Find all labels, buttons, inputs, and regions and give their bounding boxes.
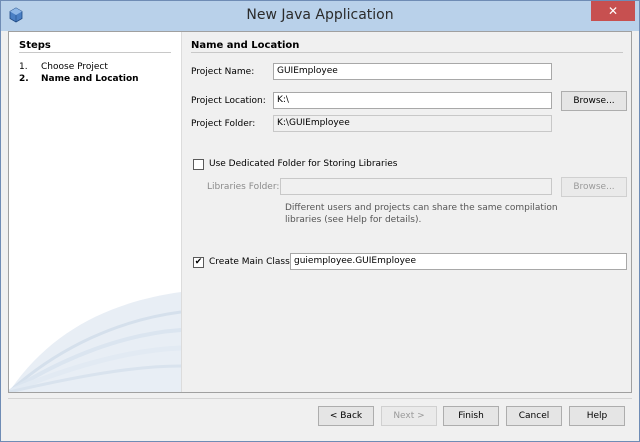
- create-main-class-label[interactable]: Create Main Class: [209, 257, 290, 267]
- dedicated-folder-label[interactable]: Use Dedicated Folder for Storing Librari…: [209, 159, 397, 169]
- dedicated-folder-checkbox[interactable]: [193, 159, 204, 170]
- project-folder-label: Project Folder:: [191, 119, 256, 129]
- footer-separator: [8, 398, 632, 399]
- finish-button[interactable]: Finish: [443, 406, 499, 426]
- project-location-input[interactable]: K:\: [273, 92, 552, 109]
- checkmark-icon: ✔: [194, 257, 203, 267]
- steps-divider: [19, 52, 171, 53]
- step-item-1: 1. Choose Project: [19, 62, 108, 72]
- dialog-window: New Java Application ✕ Steps 1. Choose Pr…: [0, 0, 640, 442]
- back-button[interactable]: < Back: [318, 406, 374, 426]
- main-class-input[interactable]: guiemployee.GUIEmployee: [290, 253, 627, 270]
- create-main-class-checkbox[interactable]: ✔: [193, 257, 204, 268]
- panel-divider: [191, 52, 623, 53]
- step-item-2: 2. Name and Location: [19, 74, 139, 84]
- steps-panel: Steps 1. Choose Project 2. Name and Locati…: [9, 32, 182, 392]
- window-title: New Java Application: [246, 7, 394, 23]
- project-location-label: Project Location:: [191, 96, 266, 106]
- project-name-label: Project Name:: [191, 67, 255, 77]
- decorative-swoosh-graphic: [9, 292, 181, 392]
- step-label: Choose Project: [41, 62, 108, 72]
- help-button[interactable]: Help: [569, 406, 625, 426]
- step-number: 1.: [19, 62, 28, 72]
- wizard-content: Steps 1. Choose Project 2. Name and Locati…: [8, 31, 632, 393]
- project-folder-field: K:\GUIEmployee: [273, 115, 552, 132]
- titlebar: New Java Application ✕: [1, 1, 639, 31]
- steps-heading: Steps: [19, 40, 51, 51]
- close-icon: ✕: [607, 4, 619, 18]
- step-number: 2.: [19, 74, 29, 84]
- cancel-button[interactable]: Cancel: [506, 406, 562, 426]
- libraries-description: Different users and projects can share t…: [285, 203, 558, 225]
- next-button[interactable]: Next >: [381, 406, 437, 426]
- project-name-input[interactable]: GUIEmployee: [273, 63, 552, 80]
- panel-heading: Name and Location: [191, 40, 300, 51]
- libraries-folder-input: [280, 178, 552, 195]
- project-location-browse-button[interactable]: Browse...: [561, 91, 627, 111]
- libraries-folder-label: Libraries Folder:: [207, 182, 280, 192]
- step-label: Name and Location: [41, 74, 139, 84]
- close-button[interactable]: ✕: [591, 1, 635, 21]
- name-location-panel: Name and Location Project Name: GUIEmplo…: [182, 32, 631, 392]
- libraries-browse-button: Browse...: [561, 177, 627, 197]
